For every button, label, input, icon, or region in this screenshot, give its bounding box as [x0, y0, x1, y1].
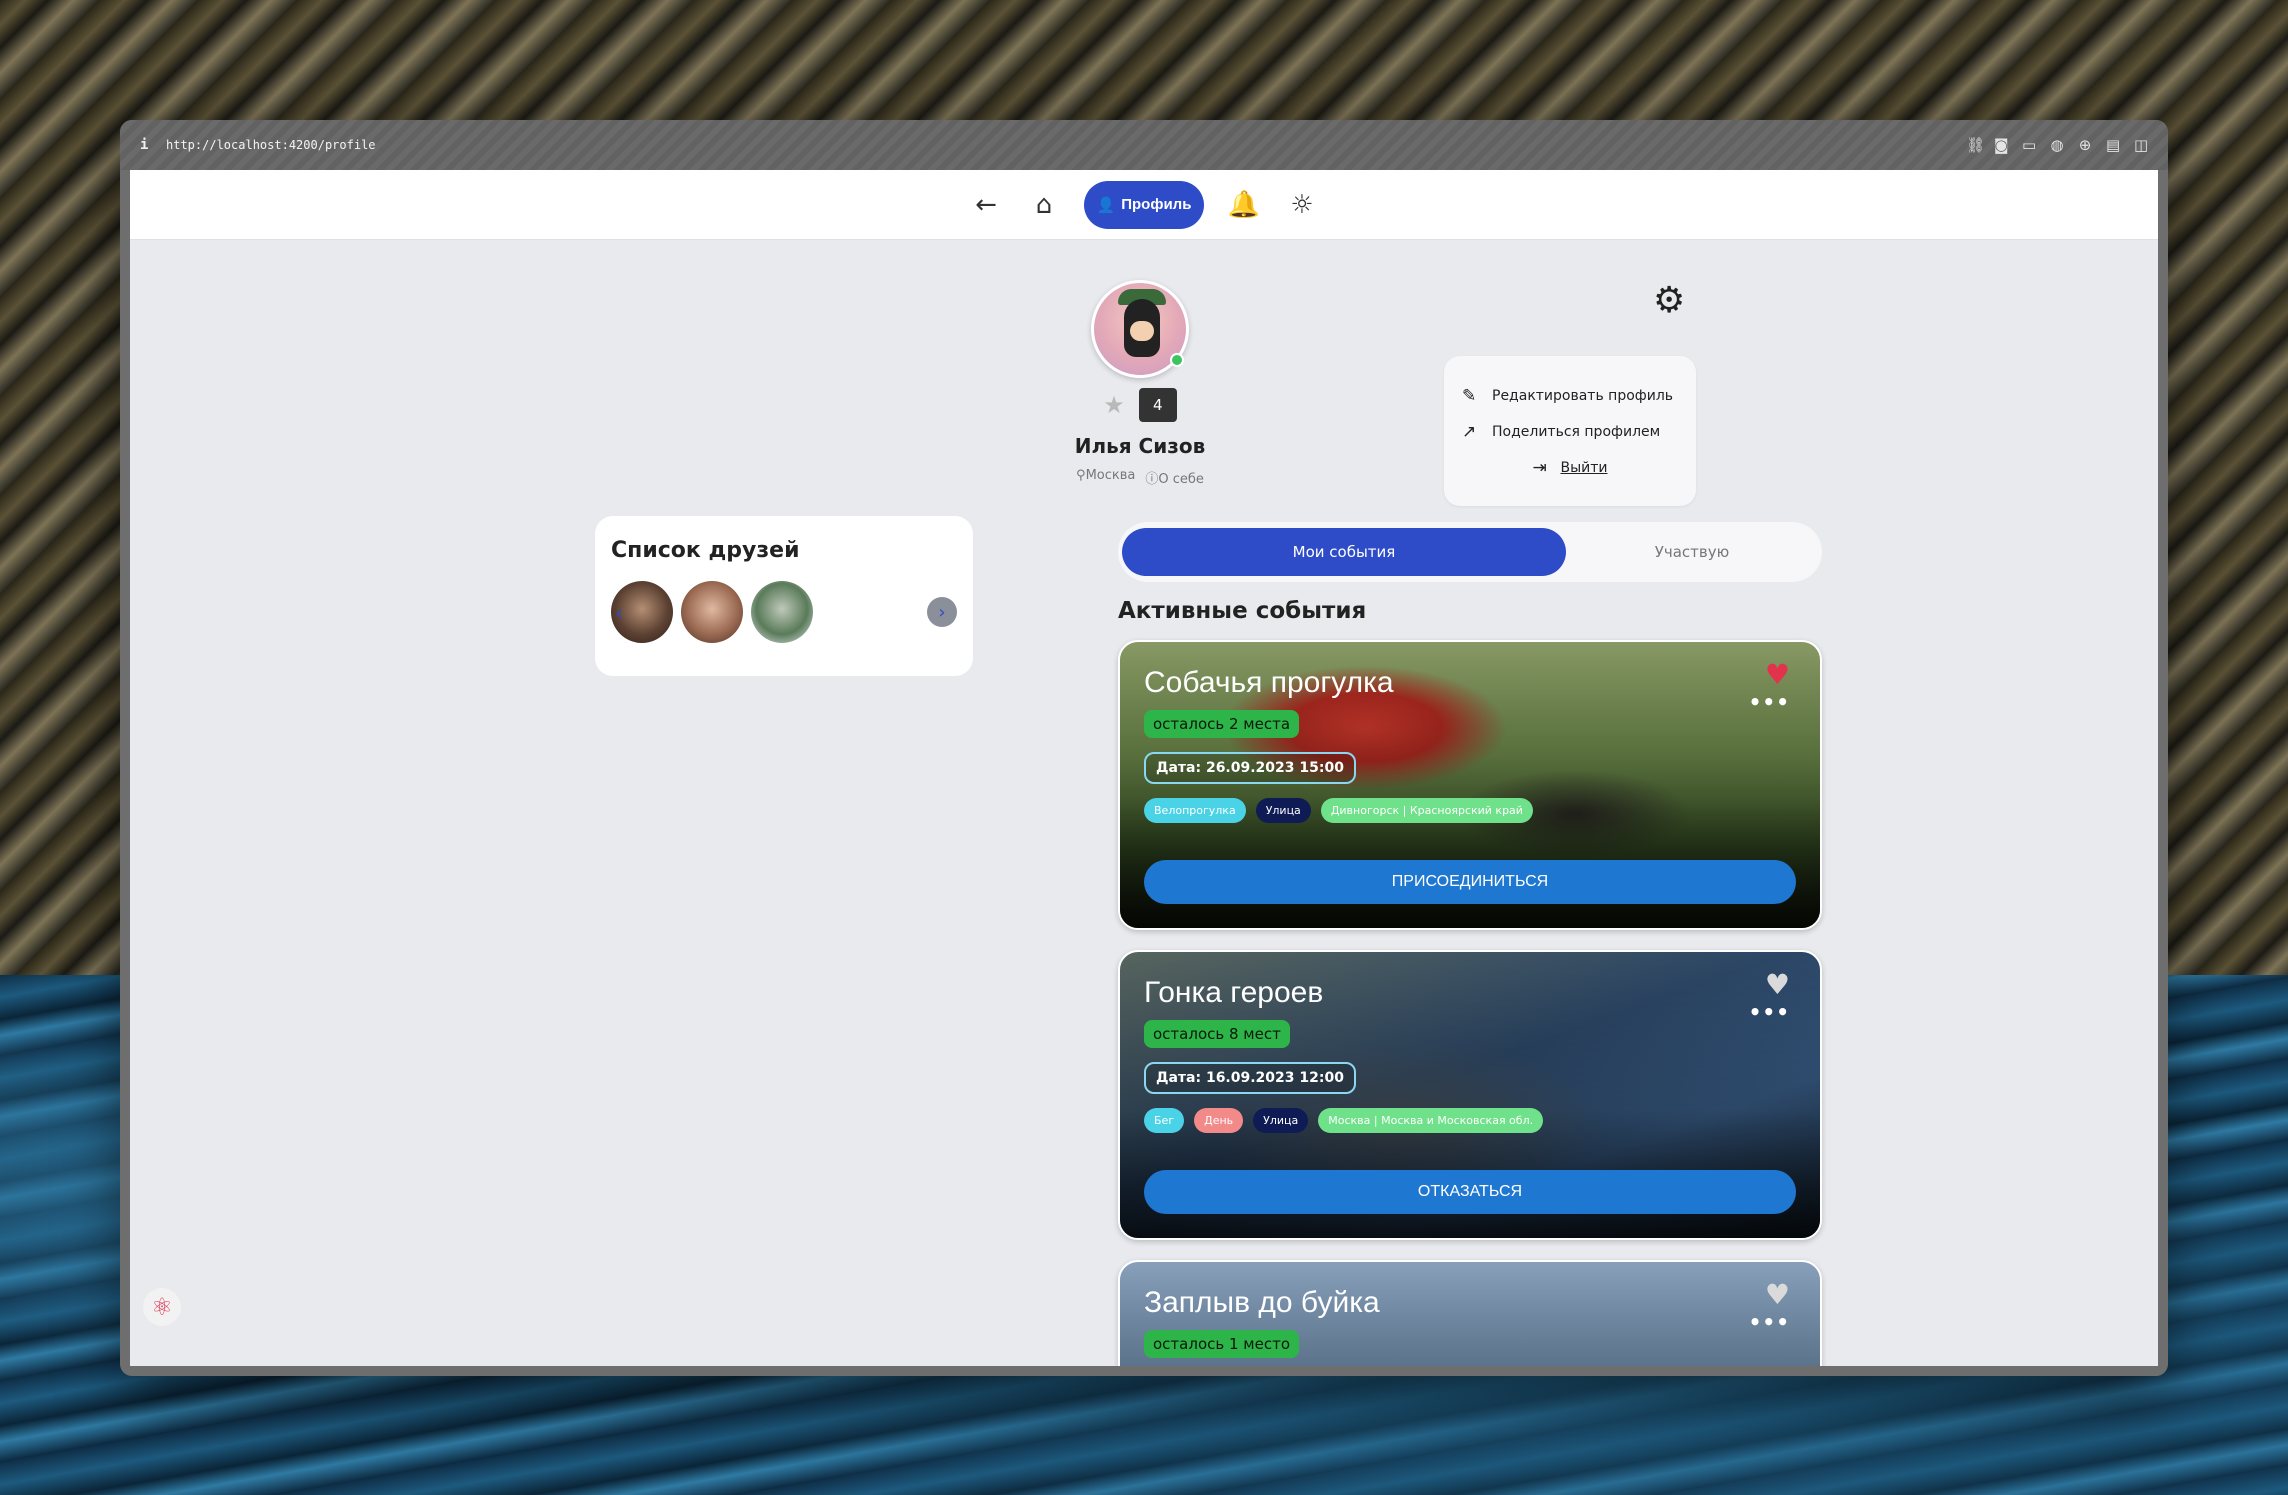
- pencil-icon: ✎: [1462, 386, 1477, 406]
- edit-profile-label: Редактировать профиль: [1492, 388, 1674, 404]
- profile-name: Илья Сизов: [1074, 434, 1206, 458]
- online-indicator: [1170, 353, 1184, 367]
- friends-carousel: ‹ ›: [611, 581, 957, 643]
- profile-nav-button[interactable]: 👤 Профиль: [1084, 180, 1204, 229]
- star-icon[interactable]: ★: [1103, 391, 1125, 419]
- camera-icon[interactable]: ◙: [1994, 136, 2009, 154]
- event-date: Дата: 26.09.2023 15:00: [1144, 752, 1356, 784]
- sun-icon[interactable]: ☼: [1284, 187, 1320, 223]
- browser-tools: ⛓ ◙ ▭ ◍ ⊕ ▤ ◫: [1966, 136, 2148, 154]
- location-pin-icon: ⚲: [1076, 468, 1086, 483]
- tag: Велопрогулка: [1144, 798, 1246, 823]
- friend-avatar[interactable]: [751, 581, 813, 643]
- tag: Дивногорск | Красноярский край: [1320, 798, 1533, 823]
- share-profile-item[interactable]: ↗ Поделиться профилем: [1462, 414, 1678, 450]
- address-bar[interactable]: http://localhost:4200/profile: [166, 138, 376, 152]
- spots-badge: осталось 8 мест: [1144, 1020, 1290, 1048]
- location: ⚲Москва: [1076, 468, 1135, 487]
- card-content: Гонка героев осталось 8 мест Дата: 16.09…: [1120, 952, 1820, 1238]
- bell-icon[interactable]: 🔔: [1226, 187, 1262, 223]
- tag: Москва | Москва и Московская обл.: [1318, 1108, 1544, 1133]
- more-icon[interactable]: •••: [1749, 1310, 1790, 1334]
- event-tags: Велопрогулка Улица Дивногорск | Краснояр…: [1144, 798, 1796, 823]
- spots-badge: осталось 2 места: [1144, 710, 1300, 738]
- about-link[interactable]: ⓘО себе: [1145, 468, 1204, 487]
- rating: ★ 4: [1040, 388, 1240, 422]
- logout-label: Выйти: [1560, 460, 1608, 476]
- tag: Улица: [1253, 1108, 1309, 1133]
- friend-avatar[interactable]: [681, 581, 743, 643]
- event-card[interactable]: Заплыв до буйка осталось 1 место ♥ •••: [1118, 1260, 1822, 1366]
- tab-my-events[interactable]: Мои события: [1122, 528, 1566, 576]
- more-icon[interactable]: •••: [1749, 1000, 1790, 1024]
- chevron-left-icon[interactable]: ‹: [615, 601, 623, 625]
- browser-titlebar: i http://localhost:4200/profile ⛓ ◙ ▭ ◍ …: [120, 120, 2168, 170]
- settings-menu: ✎ Редактировать профиль ↗ Поделиться про…: [1444, 356, 1696, 506]
- globe-icon[interactable]: ◍: [2050, 136, 2064, 154]
- spots-badge: осталось 1 место: [1144, 1330, 1299, 1358]
- top-navigation: ← ⌂ 👤 Профиль 🔔 ☼: [130, 170, 2158, 240]
- event-title: Собачья прогулка: [1144, 666, 1394, 699]
- about-label: О себе: [1158, 472, 1204, 487]
- tab-participating[interactable]: Участвую: [1566, 528, 1818, 576]
- friends-list: Список друзей ‹ ›: [595, 516, 973, 676]
- event-title: Гонка героев: [1144, 976, 1324, 1009]
- join-button[interactable]: ПРИСОЕДИНИТЬСЯ: [1144, 860, 1796, 904]
- tag: День: [1194, 1108, 1244, 1133]
- back-arrow-icon[interactable]: ←: [968, 187, 1004, 223]
- link-icon[interactable]: ⛓: [1966, 136, 1985, 154]
- event-tags: Бег День Улица Москва | Москва и Московс…: [1144, 1108, 1796, 1133]
- react-devtools-icon[interactable]: ⚛: [143, 1288, 181, 1326]
- card-content: Заплыв до буйка осталось 1 место: [1120, 1262, 1820, 1366]
- split-icon[interactable]: ◫: [2134, 136, 2148, 154]
- event-card[interactable]: Собачья прогулка осталось 2 места Дата: …: [1118, 640, 1822, 930]
- avatar[interactable]: [1091, 280, 1189, 378]
- city-label: Москва: [1085, 468, 1136, 483]
- home-icon[interactable]: ⌂: [1026, 187, 1062, 223]
- browser-window: i http://localhost:4200/profile ⛓ ◙ ▭ ◍ …: [120, 120, 2168, 1376]
- heart-icon[interactable]: ♥: [1765, 968, 1790, 1001]
- event-card[interactable]: Гонка героев осталось 8 мест Дата: 16.09…: [1118, 950, 1822, 1240]
- target-icon[interactable]: ⊕: [2078, 136, 2092, 154]
- rating-count: 4: [1138, 388, 1177, 422]
- decline-button[interactable]: ОТКАЗАТЬСЯ: [1144, 1170, 1796, 1214]
- friends-title: Список друзей: [611, 538, 800, 563]
- arrow-up-right-icon: ↗: [1462, 422, 1477, 442]
- tag: Улица: [1255, 798, 1311, 823]
- heart-icon[interactable]: ♥: [1765, 658, 1790, 691]
- profile-nav-label: Профиль: [1121, 196, 1192, 213]
- window-icon[interactable]: ▭: [2022, 136, 2036, 154]
- profile-meta: ⚲Москва ⓘО себе: [1040, 468, 1240, 487]
- event-title: Заплыв до буйка: [1144, 1286, 1380, 1319]
- share-profile-label: Поделиться профилем: [1492, 424, 1661, 440]
- tag: Бег: [1144, 1108, 1185, 1133]
- event-date: Дата: 16.09.2023 12:00: [1144, 1062, 1356, 1094]
- user-icon: 👤: [1096, 196, 1116, 214]
- edit-profile-item[interactable]: ✎ Редактировать профиль: [1462, 378, 1678, 414]
- info-circle-icon: ⓘ: [1145, 472, 1159, 487]
- more-icon[interactable]: •••: [1749, 690, 1790, 714]
- card-content: Собачья прогулка осталось 2 места Дата: …: [1120, 642, 1820, 928]
- page-viewport: ← ⌂ 👤 Профиль 🔔 ☼ ★ 4 Илья Сизов ⚲Москва…: [130, 170, 2158, 1366]
- logout-item[interactable]: ⇥ Выйти: [1462, 450, 1678, 486]
- avatar-snout: [1130, 321, 1154, 341]
- profile-header: ★ 4 Илья Сизов ⚲Москва ⓘО себе: [1040, 280, 1240, 487]
- chevron-right-icon[interactable]: ›: [927, 597, 957, 627]
- heart-icon[interactable]: ♥: [1765, 1278, 1790, 1311]
- events-tabs: Мои события Участвую: [1118, 522, 1822, 582]
- reader-icon[interactable]: ▤: [2106, 136, 2120, 154]
- info-icon[interactable]: i: [140, 137, 166, 153]
- section-title: Активные события: [1118, 598, 1367, 624]
- gear-icon[interactable]: ⚙: [1653, 280, 1685, 321]
- logout-icon: ⇥: [1532, 458, 1547, 478]
